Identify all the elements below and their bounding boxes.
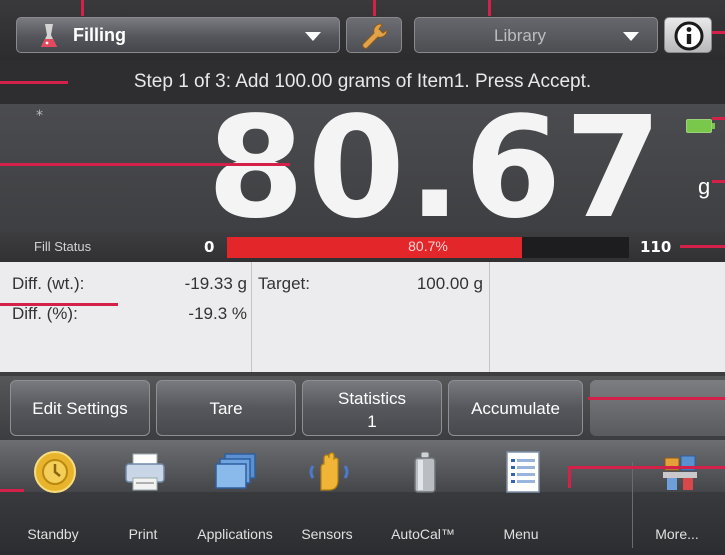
- fill-progress-bar: 80.7%: [227, 237, 629, 258]
- nav-autocal[interactable]: AutoCal™: [375, 440, 471, 555]
- callout-line-wrench: [373, 0, 376, 16]
- wrench-icon: [362, 23, 388, 49]
- dropdown-arrow-icon: [305, 32, 321, 41]
- printer-icon: [125, 453, 165, 491]
- difference-cell: Diff. (wt.): -19.33 g Diff. (%): -19.3 %: [10, 262, 252, 372]
- library-dropdown[interactable]: Library: [414, 17, 658, 53]
- menu-list-icon: [506, 451, 540, 493]
- callout-line-weight: [0, 163, 290, 166]
- diff-pct-label: Diff. (%):: [12, 304, 78, 323]
- more-icon: [663, 455, 697, 490]
- target-cell: Target: 100.00 g: [252, 262, 490, 372]
- nav-sensors-label: Sensors: [301, 526, 353, 542]
- unit-label[interactable]: g: [698, 174, 710, 200]
- nav-sensors[interactable]: Sensors: [279, 440, 375, 555]
- fill-percent-text: 80.7%: [408, 238, 448, 254]
- callout-line-battery: [712, 117, 725, 120]
- top-bar: Filling Library: [0, 0, 725, 60]
- tare-button[interactable]: Tare: [156, 380, 296, 436]
- statistics-label: Statistics: [337, 389, 407, 408]
- info-icon: [674, 21, 704, 51]
- callout-line-fillstatus: [680, 245, 725, 248]
- fill-status-label: Fill Status: [34, 239, 92, 254]
- callout-line-info: [712, 31, 725, 34]
- nav-more[interactable]: More...: [629, 440, 725, 555]
- callout-line-library: [488, 0, 491, 16]
- nav-menu-label: Menu: [503, 526, 539, 542]
- sensors-hand-icon: [309, 452, 349, 491]
- statistics-count: 1: [367, 412, 377, 431]
- nav-print[interactable]: Print: [95, 440, 191, 555]
- target-value: 100.00 g: [416, 274, 483, 293]
- callout-line-info-panel: [0, 303, 118, 306]
- empty-info-cell: [490, 262, 725, 372]
- edit-settings-button[interactable]: Edit Settings: [10, 380, 150, 436]
- nav-applications[interactable]: Applications: [187, 440, 283, 555]
- dropdown-arrow-icon: [623, 32, 639, 41]
- standby-icon: [34, 451, 76, 493]
- callout-line-menu: [568, 466, 725, 469]
- callout-line-nav: [0, 489, 24, 492]
- tare-label: Tare: [209, 399, 243, 418]
- nav-autocal-label: AutoCal™: [391, 526, 455, 542]
- info-button[interactable]: [664, 17, 712, 53]
- fill-min-value: 0: [204, 238, 215, 256]
- library-label: Library: [494, 26, 546, 45]
- flask-icon: [41, 24, 57, 47]
- diff-pct-value: -19.3 %: [188, 304, 247, 323]
- target-label: Target:: [258, 274, 310, 293]
- edit-settings-label: Edit Settings: [32, 399, 128, 418]
- fill-status-row: Fill Status 0 80.7% 110: [0, 232, 725, 262]
- weight-display: * 80.67 g: [0, 94, 725, 244]
- application-label: Filling: [73, 25, 126, 45]
- calibration-weight-icon: [414, 451, 436, 493]
- battery-icon: [686, 119, 715, 133]
- applications-icon: [215, 453, 256, 489]
- weight-value: 80.67: [207, 87, 665, 250]
- accumulate-button[interactable]: Accumulate: [448, 380, 583, 436]
- stable-indicator: *: [36, 108, 43, 124]
- callout-line-menu-vert: [568, 466, 571, 488]
- nav-applications-label: Applications: [197, 526, 273, 542]
- diff-wt-value: -19.33 g: [184, 274, 247, 293]
- callout-line-app: [81, 0, 84, 16]
- nav-menu[interactable]: Menu: [473, 440, 569, 555]
- callout-line-softkeys: [588, 397, 725, 400]
- balance-screen: Filling Library Step 1 of 3: Add 100.00 …: [0, 0, 725, 555]
- callout-line-prompt: [0, 81, 68, 84]
- nav-divider: [632, 462, 633, 548]
- callout-line-unit: [712, 180, 725, 183]
- diff-wt-label: Diff. (wt.):: [12, 274, 85, 293]
- nav-more-label: More...: [655, 526, 699, 542]
- fill-max-value: 110: [640, 238, 672, 256]
- wrench-settings-button[interactable]: [346, 17, 402, 53]
- nav-print-label: Print: [128, 526, 158, 542]
- empty-soft-key[interactable]: [590, 380, 725, 436]
- application-dropdown[interactable]: Filling: [16, 17, 340, 53]
- reference-info-panel: Diff. (wt.): -19.33 g Diff. (%): -19.3 %…: [0, 262, 725, 372]
- nav-standby-label: Standby: [27, 526, 79, 542]
- nav-standby[interactable]: Standby: [5, 440, 101, 555]
- statistics-button[interactable]: Statistics 1: [302, 380, 442, 436]
- navigation-bar: Standby Print Applications Sensors AutoC…: [0, 440, 725, 555]
- soft-key-row: Edit Settings Tare Statistics 1 Accumula…: [0, 376, 725, 440]
- accumulate-label: Accumulate: [471, 399, 560, 418]
